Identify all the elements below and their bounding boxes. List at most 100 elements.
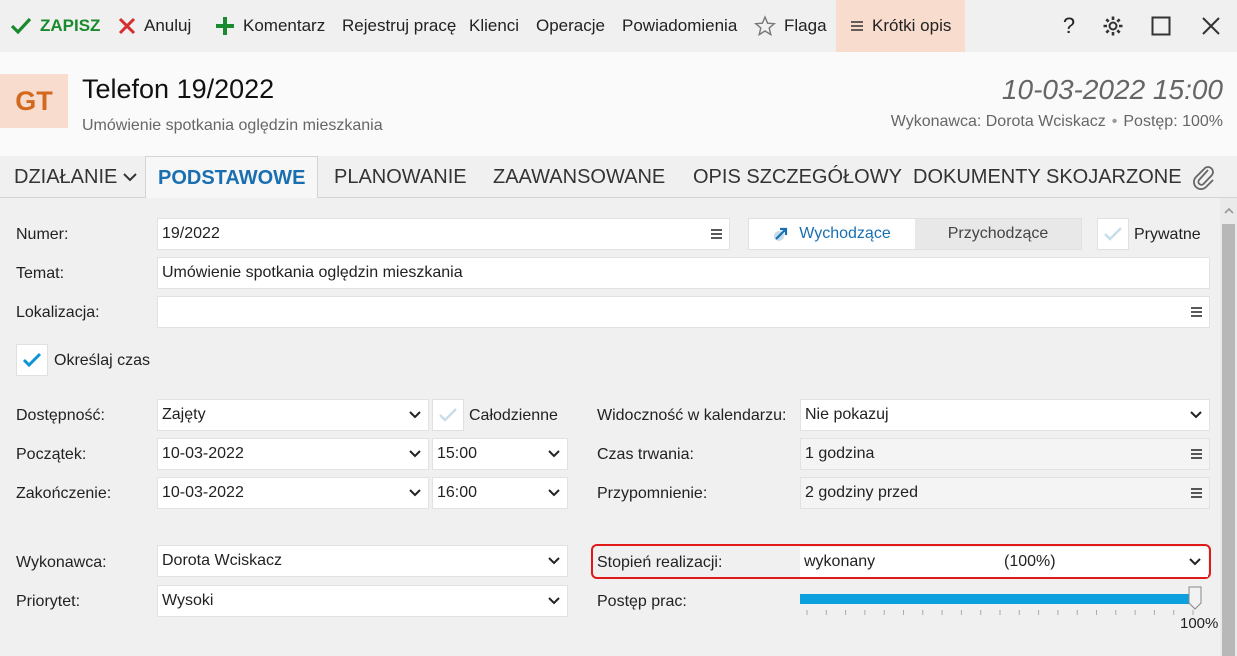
private-checkbox[interactable] <box>1097 218 1129 250</box>
cancel-button[interactable]: Anuluj <box>118 0 191 52</box>
menu-lines-icon[interactable] <box>1187 307 1205 317</box>
menu-lines-icon <box>850 20 864 32</box>
subject-label: Temat: <box>16 265 65 282</box>
performer-label: Wykonawca: <box>16 554 107 571</box>
record-meta: Wykonawca: Dorota Wciskacz • Postęp: 100% <box>891 113 1223 131</box>
short-description-label: Krótki opis <box>872 16 952 35</box>
menu-lines-icon[interactable] <box>707 229 725 239</box>
duration-field[interactable]: 1 godzina <box>800 438 1210 470</box>
chevron-down-icon <box>123 172 138 182</box>
page-title: Telefon 19/2022 <box>82 74 275 104</box>
scrollbar-thumb[interactable] <box>1222 224 1235 656</box>
private-label: Prywatne <box>1134 226 1201 243</box>
tab-linked-documents[interactable]: DOKUMENTY SKOJARZONE <box>913 156 1182 198</box>
check-faded-icon <box>1104 227 1122 241</box>
end-date-picker[interactable]: 10-03-2022 <box>157 477 429 509</box>
availability-select[interactable]: Zajęty <box>157 399 429 431</box>
progress-label: Postęp prac: <box>597 593 687 610</box>
flag-button[interactable]: Flaga <box>754 0 827 52</box>
close-x-icon <box>118 17 136 35</box>
progress-value: 100% <box>1180 615 1219 632</box>
checkmark-icon <box>10 17 32 35</box>
outgoing-arrow-icon <box>773 226 789 242</box>
subject-field[interactable]: Umówienie spotkania oględzin mieszkania <box>157 257 1210 289</box>
register-work-button[interactable]: Rejestruj pracę <box>342 0 456 52</box>
visibility-select[interactable]: Nie pokazuj <box>800 399 1210 431</box>
tab-advanced[interactable]: ZAAWANSOWANE <box>493 156 665 198</box>
tab-detailed-description[interactable]: OPIS SZCZEGÓŁOWY <box>693 156 902 198</box>
tab-basic[interactable]: PODSTAWOWE <box>145 156 319 199</box>
chevron-down-icon <box>406 406 424 424</box>
start-time-select[interactable]: 15:00 <box>432 438 568 470</box>
start-date-value: 10-03-2022 <box>162 445 244 462</box>
incoming-label: Przychodzące <box>947 225 1049 242</box>
direction-toggle: Wychodzące Przychodzące <box>748 218 1082 250</box>
number-field[interactable]: 19/2022 <box>157 218 730 250</box>
completion-value: wykonany <box>804 553 876 570</box>
chevron-down-icon <box>545 445 563 463</box>
start-time-value: 15:00 <box>437 445 478 462</box>
help-button[interactable]: ? <box>1046 0 1092 52</box>
short-description-button[interactable]: Krótki opis <box>836 0 966 52</box>
check-faded-icon <box>439 408 457 422</box>
scroll-up-arrow-icon[interactable] <box>1222 204 1235 216</box>
tab-bar: DZIAŁANIE PODSTAWOWE PLANOWANIE ZAAWANSO… <box>0 156 1237 199</box>
vertical-scrollbar[interactable] <box>1220 198 1237 656</box>
progress-slider-handle[interactable] <box>1188 586 1202 610</box>
progress-meta: Postęp: 100% <box>1123 113 1223 130</box>
start-date-picker[interactable]: 10-03-2022 <box>157 438 429 470</box>
all-day-checkbox[interactable] <box>432 399 464 431</box>
completion-percent: (100%) <box>1004 553 1056 570</box>
notifications-button[interactable]: Powiadomienia <box>622 0 737 52</box>
register-work-label: Rejestruj pracę <box>342 16 457 35</box>
tab-action[interactable]: DZIAŁANIE <box>14 156 138 198</box>
end-label: Zakończenie: <box>16 485 112 502</box>
number-label: Numer: <box>16 226 69 243</box>
settings-gear-icon[interactable] <box>1090 0 1136 52</box>
performer-select[interactable]: Dorota Wciskacz <box>157 545 568 577</box>
duration-value: 1 godzina <box>805 445 875 462</box>
progress-slider-ticks <box>806 610 1194 615</box>
tab-advanced-label: ZAAWANSOWANE <box>493 165 666 188</box>
visibility-label: Widoczność w kalendarzu: <box>597 407 787 424</box>
progress-slider-track[interactable] <box>800 594 1192 604</box>
tab-linked-docs-label: DOKUMENTY SKOJARZONE <box>913 165 1182 188</box>
location-field[interactable] <box>157 296 1210 328</box>
priority-label: Priorytet: <box>16 593 81 610</box>
completion-select[interactable]: wykonany (100%) <box>800 547 1208 577</box>
attachment-paperclip-icon[interactable] <box>1192 156 1216 198</box>
visibility-value: Nie pokazuj <box>805 406 889 423</box>
chevron-down-icon <box>406 445 424 463</box>
maximize-icon[interactable] <box>1138 0 1184 52</box>
toolbar: ZAPISZ Anuluj Komentarz Rejestruj pracę … <box>0 0 1237 52</box>
chevron-down-icon <box>545 552 563 570</box>
clients-button[interactable]: Klienci <box>469 0 519 52</box>
operations-button[interactable]: Operacje <box>536 0 605 52</box>
reminder-field[interactable]: 2 godziny przed <box>800 477 1210 509</box>
chevron-down-icon <box>1187 406 1205 424</box>
completion-label: Stopień realizacji: <box>597 554 723 571</box>
operations-label: Operacje <box>536 16 605 35</box>
close-window-icon[interactable] <box>1188 0 1234 52</box>
plus-icon <box>215 16 235 36</box>
tab-planning-label: PLANOWANIE <box>334 165 467 188</box>
availability-value: Zajęty <box>162 406 206 423</box>
tab-planning[interactable]: PLANOWANIE <box>334 156 467 198</box>
direction-incoming-option[interactable]: Przychodzące <box>915 219 1081 249</box>
tab-detailed-label: OPIS SZCZEGÓŁOWY <box>693 165 902 188</box>
comment-label: Komentarz <box>243 16 326 35</box>
page-subtitle: Umówienie spotkania oględzin mieszkania <box>82 117 383 134</box>
check-icon <box>22 352 42 368</box>
end-time-select[interactable]: 16:00 <box>432 477 568 509</box>
menu-lines-icon[interactable] <box>1187 488 1205 498</box>
star-icon <box>754 15 776 37</box>
direction-outgoing-option[interactable]: Wychodzące <box>749 219 915 249</box>
record-date: 10-03-2022 15:00 <box>1001 74 1223 105</box>
priority-select[interactable]: Wysoki <box>157 585 568 617</box>
menu-lines-icon[interactable] <box>1187 449 1205 459</box>
tab-action-label: DZIAŁANIE <box>14 165 118 188</box>
specify-time-checkbox[interactable] <box>16 344 48 376</box>
save-button[interactable]: ZAPISZ <box>10 0 100 52</box>
reminder-value: 2 godziny przed <box>805 484 918 501</box>
comment-button[interactable]: Komentarz <box>215 0 325 52</box>
